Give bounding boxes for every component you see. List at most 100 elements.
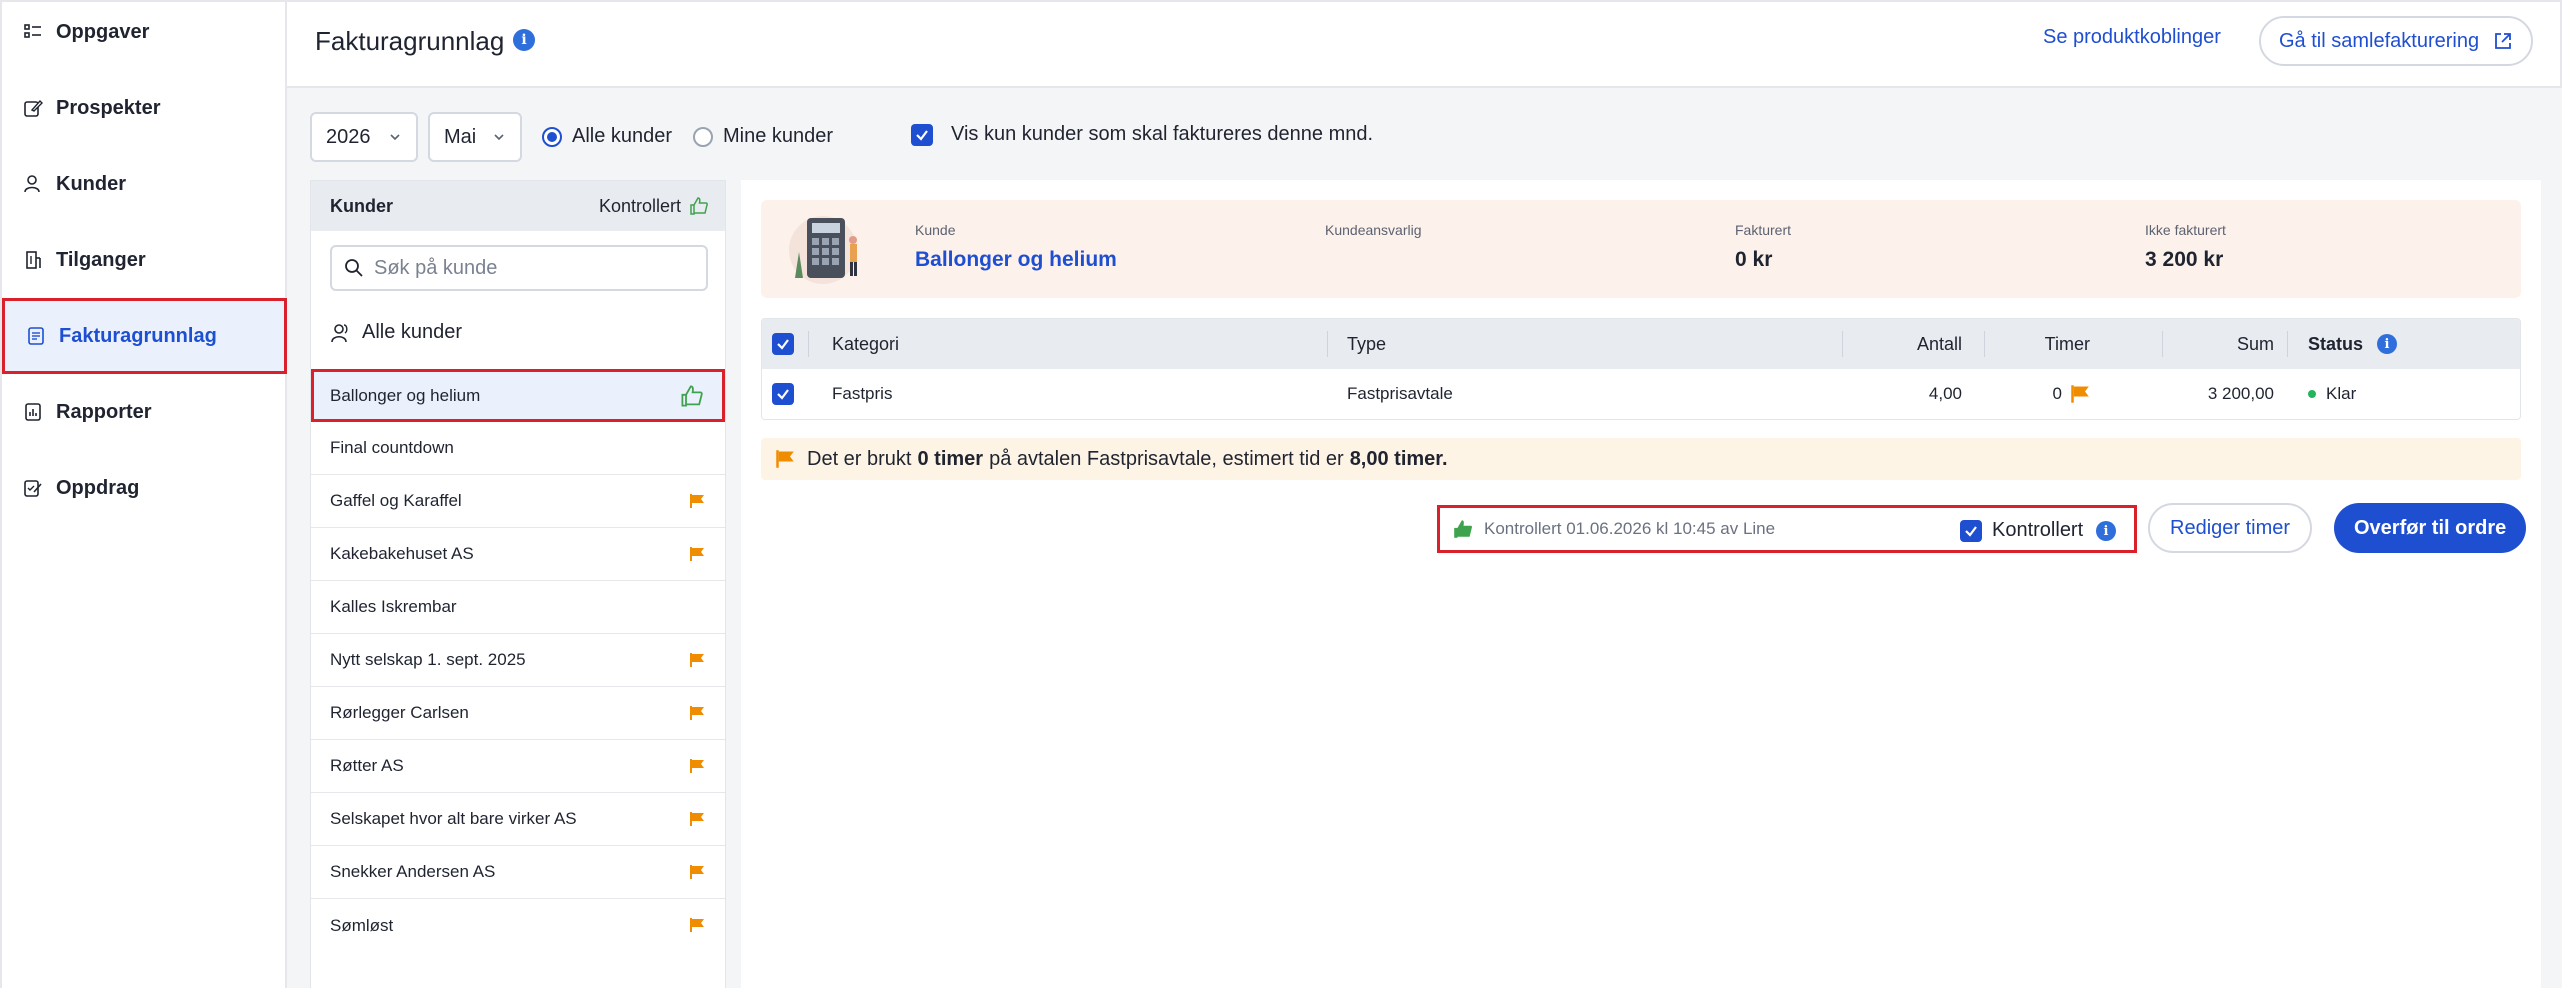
users-icon [331,323,348,342]
sidebar-item-label: Oppgaver [56,20,150,43]
all-customers-filter[interactable]: Alle kunder [330,321,462,344]
edit-hours-button[interactable]: Rediger timer [2148,503,2313,553]
sidebar-item-tilganger[interactable]: Tilganger [2,222,287,298]
column-header-count[interactable]: Antall [1862,319,1962,369]
document-icon [25,325,47,347]
summary-invoiced: Fakturert 0 kr [1735,222,1791,272]
invoice-detail-panel: Kunde Ballonger og helium Kundeansvarlig… [741,180,2541,988]
notice-estimated: 8,00 timer. [1349,447,1448,470]
chevron-down-icon [492,127,506,153]
search-placeholder: Søk på kunde [374,256,498,279]
customer-row[interactable]: Gaffel og Karaffel [311,475,725,528]
customer-row[interactable]: Nytt selskap 1. sept. 2025 [311,634,725,687]
controlled-checkbox-label: Kontrollert [1992,519,2084,541]
controlled-checkbox[interactable]: Kontrollert [1960,519,2083,542]
select-all-checkbox[interactable] [772,319,794,369]
only-invoice-filter[interactable]: Vis kun kunder som skal faktureres denne… [911,123,1373,146]
summary-label: Ikke fakturert [2145,222,2226,238]
row-checkbox[interactable] [772,369,794,419]
customer-name: Snekker Andersen AS [330,862,496,881]
invoice-lines-table: Kategori Type Antall Timer Sum Status i [761,318,2521,420]
summary-customer: Kunde Ballonger og helium [915,222,1117,272]
customer-row[interactable]: Selskapet hvor alt bare virker AS [311,793,725,846]
sidebar-item-oppdrag[interactable]: Oppdrag [2,450,287,526]
building-icon [22,249,44,271]
flag-icon [689,705,705,726]
customer-name: Nytt selskap 1. sept. 2025 [330,650,526,669]
customer-list-title: Kunder [330,195,393,216]
notice-text: på avtalen Fastprisavtale, estimert tid … [989,447,1344,470]
customer-search-input[interactable]: Søk på kunde [330,245,708,291]
info-icon[interactable]: i [513,29,535,51]
customer-row[interactable]: Snekker Andersen AS [311,846,725,899]
status-header-label: Status [2308,333,2364,354]
notice-text: Det er brukt [807,447,912,470]
customer-list-panel: Kunder Kontrollert Søk på kunde Alle kun… [310,180,726,988]
flag-icon [689,758,705,779]
info-icon[interactable]: i [2096,521,2116,541]
radio-button[interactable] [693,126,713,147]
top-bar: Fakturagrunnlag i Se produktkoblinger Gå… [287,0,2562,88]
table-row[interactable]: Fastpris Fastprisavtale 4,00 0 3 200,00 … [762,369,2520,419]
customer-name: Ballonger og helium [330,385,481,405]
thumbs-up-filled-icon [1454,520,1473,538]
status-value: Klar [2326,384,2357,403]
product-links-link[interactable]: Se produktkoblinger [2043,26,2221,49]
radio-all-label: Alle kunder [572,125,673,147]
customer-row-selected[interactable]: Ballonger og helium [311,369,725,422]
sidebar-item-fakturagrunnlag[interactable]: Fakturagrunnlag [2,298,287,374]
customer-row[interactable]: Kalles Iskrembar [311,581,725,634]
customer-row[interactable]: Rørlegger Carlsen [311,687,725,740]
summary-label: Fakturert [1735,222,1792,238]
column-header-hours[interactable]: Timer [2002,319,2090,369]
month-select[interactable]: Mai [428,112,522,162]
bulk-invoice-button[interactable]: Gå til samlefakturering [2259,16,2534,66]
sidebar-item-kunder[interactable]: Kunder [2,146,287,222]
checkbox-checked[interactable] [911,123,933,146]
radio-all-customers[interactable]: Alle kunder [542,125,672,148]
summary-value: 3 200 kr [2145,248,2224,271]
customer-row[interactable]: Final countdown [311,422,725,475]
sidebar-item-label: Tilganger [56,248,146,271]
info-icon[interactable]: i [2377,334,2398,354]
sidebar: Oppgaver Prospekter Kunder Tilganger Fak… [0,0,287,988]
sidebar-item-prospekter[interactable]: Prospekter [2,70,287,146]
radio-button[interactable] [542,126,562,147]
column-header-status[interactable]: Status i [2308,319,2398,369]
controlled-status-box: Kontrollert 01.06.2026 kl 10:45 av Line … [1437,505,2137,553]
customer-list-header: Kunder Kontrollert [311,181,725,231]
month-value: Mai [444,125,477,148]
sidebar-item-label: Rapporter [56,400,152,423]
radio-my-customers[interactable]: Mine kunder [693,125,833,148]
controlled-column-header: Kontrollert [599,196,709,217]
only-invoice-label: Vis kun kunder som skal faktureres denne… [951,123,1374,145]
cell-hours: 0 [2002,369,2090,419]
all-customers-label: Alle kunder [362,321,463,343]
controlled-by-text: Kontrollert 01.06.2026 kl 10:45 av Line [1484,519,1776,538]
controlled-label: Kontrollert [598,195,681,216]
flag-icon [776,450,794,468]
customer-row[interactable]: Røtter AS [311,740,725,793]
flag-icon [2071,385,2089,403]
customer-name: Final countdown [330,438,454,457]
thumbs-up-icon [690,197,708,215]
customer-row[interactable]: Sømløst [311,899,725,952]
column-header-type[interactable]: Type [1347,319,1386,369]
customer-name-link[interactable]: Ballonger og helium [915,248,1117,272]
prospect-edit-icon [22,97,44,119]
customer-name: Kakebakehuset AS [330,544,474,563]
status-dot-icon [2308,390,2316,398]
external-link-icon [2493,31,2513,57]
assignment-icon [22,477,44,499]
customer-name: Rørlegger Carlsen [330,703,469,722]
sidebar-item-rapporter[interactable]: Rapporter [2,374,287,450]
chevron-down-icon [388,127,402,153]
customer-list: Ballonger og helium Final countdown Gaff… [311,369,725,952]
year-select[interactable]: 2026 [310,112,418,162]
sidebar-item-oppgaver[interactable]: Oppgaver [2,0,287,70]
cell-sum: 3 200,00 [2207,384,2274,403]
column-header-category[interactable]: Kategori [832,319,899,369]
transfer-to-order-button[interactable]: Overfør til ordre [2334,503,2527,553]
column-header-sum[interactable]: Sum [2182,319,2274,369]
customer-row[interactable]: Kakebakehuset AS [311,528,725,581]
